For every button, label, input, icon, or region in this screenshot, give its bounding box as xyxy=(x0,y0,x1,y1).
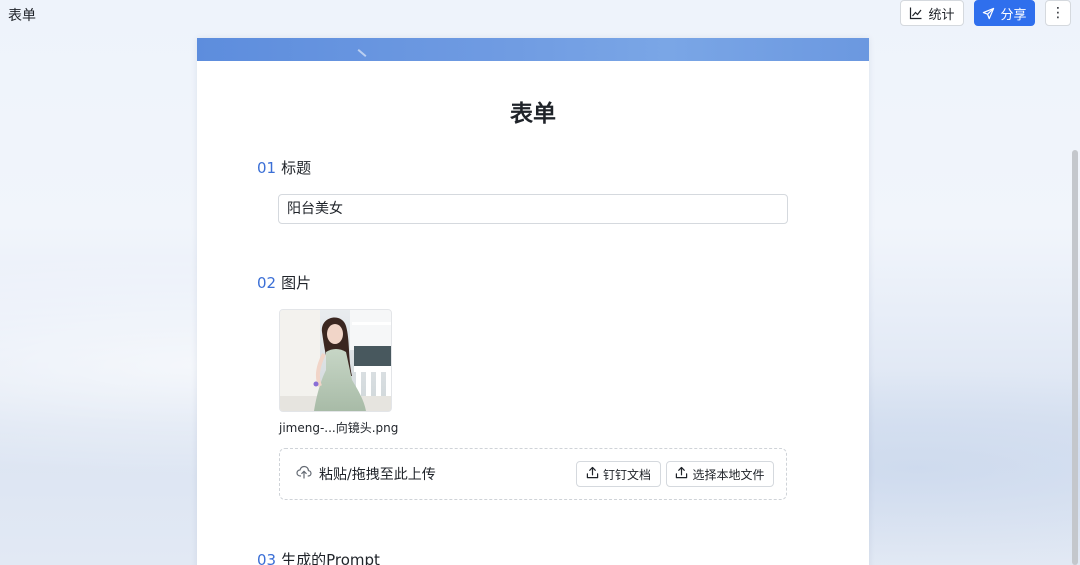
upload-icon xyxy=(675,466,688,482)
question-text: 标题 xyxy=(281,159,312,177)
question-text: 生成的Prompt xyxy=(281,551,380,565)
upload-dropzone[interactable]: 粘贴/拖拽至此上传 钉钉文档 选择本地文件 xyxy=(279,448,787,500)
dingtalk-doc-button-label: 钉钉文档 xyxy=(602,467,651,482)
top-bar: 表单 统计 分享 ⋮ xyxy=(0,0,1080,30)
more-vertical-icon: ⋮ xyxy=(1051,5,1065,21)
form-title: 表单 xyxy=(510,101,556,127)
form-card: 表单 01 标题 阳台美女 02 图片 jimeng-...向镜头.png 粘贴… xyxy=(197,38,869,565)
question-prompt-label: 03 生成的Prompt xyxy=(257,549,380,565)
dingtalk-doc-button[interactable]: 钉钉文档 xyxy=(576,461,661,487)
stats-button[interactable]: 统计 xyxy=(900,0,964,26)
question-text: 图片 xyxy=(281,274,312,292)
question-number: 02 xyxy=(257,274,277,292)
title-input[interactable]: 阳台美女 xyxy=(278,194,788,224)
share-button[interactable]: 分享 xyxy=(974,0,1035,26)
cloud-upload-icon xyxy=(296,464,312,484)
upload-icon xyxy=(586,466,599,482)
question-image-label: 02 图片 xyxy=(257,272,311,293)
share-button-label: 分享 xyxy=(1000,7,1027,23)
local-file-button-label: 选择本地文件 xyxy=(692,467,765,482)
question-number: 01 xyxy=(257,159,277,177)
question-number: 03 xyxy=(257,551,277,565)
send-icon xyxy=(982,7,995,20)
more-button[interactable]: ⋮ xyxy=(1045,0,1071,26)
uploaded-file-name: jimeng-...向镜头.png xyxy=(279,421,399,435)
line-chart-icon xyxy=(909,6,923,20)
upload-hint: 粘贴/拖拽至此上传 xyxy=(296,464,436,484)
form-banner xyxy=(197,38,869,61)
uploaded-image-thumbnail[interactable] xyxy=(279,309,392,412)
upload-hint-text: 粘贴/拖拽至此上传 xyxy=(319,467,436,483)
page-title: 表单 xyxy=(8,8,36,24)
question-title-label: 01 标题 xyxy=(257,157,311,178)
banner-decoration xyxy=(357,49,367,57)
stats-button-label: 统计 xyxy=(928,7,955,23)
page-scrollbar[interactable] xyxy=(1072,150,1078,565)
local-file-button[interactable]: 选择本地文件 xyxy=(666,461,774,487)
